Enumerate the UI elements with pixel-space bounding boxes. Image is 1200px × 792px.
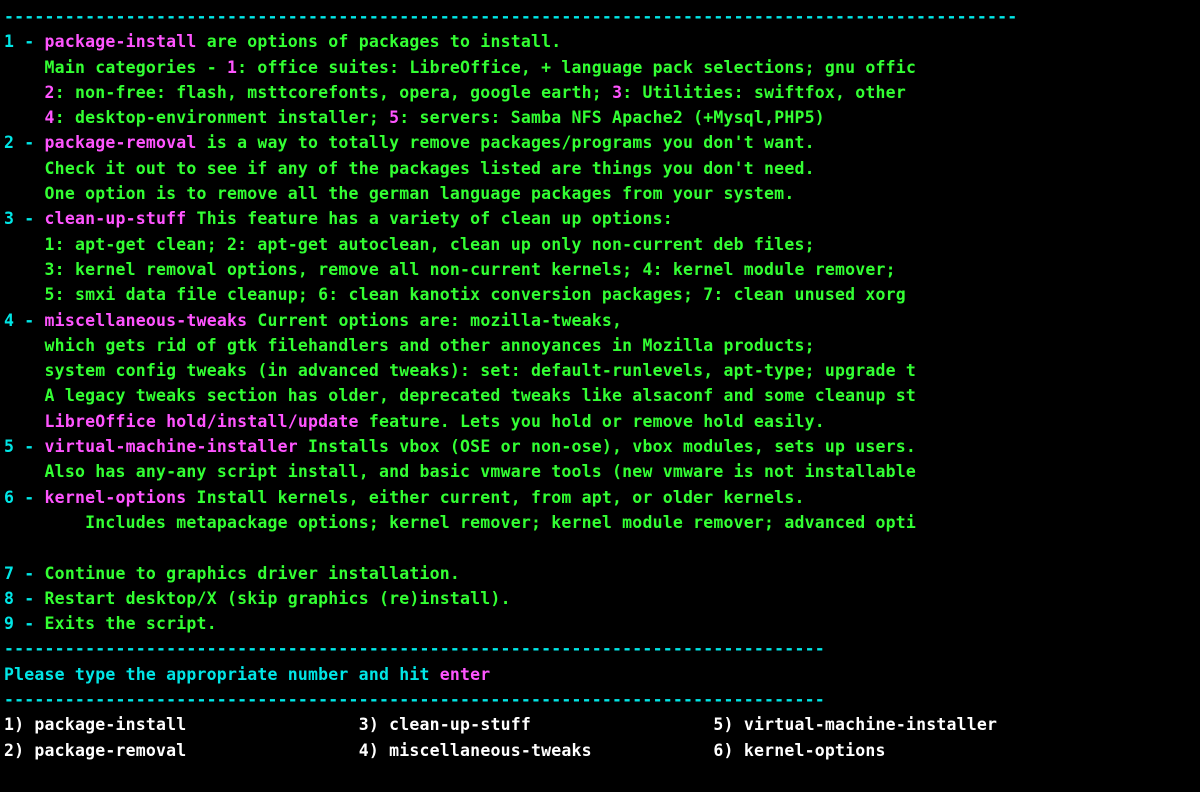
menu-title-suffix-1: are options of packages to install.	[197, 32, 562, 51]
divider-bottom: ----------------------------------------…	[4, 639, 825, 658]
menu-text-7: Continue to graphics driver installation…	[45, 564, 461, 583]
divider-top: ----------------------------------------…	[4, 7, 1017, 26]
menu-desc-text: 3: kernel removal options, remove all no…	[45, 260, 896, 279]
options-row-2-opt-b-text[interactable]: miscellaneous-tweaks	[389, 741, 713, 760]
menu-dash: -	[14, 133, 44, 152]
indent	[4, 83, 45, 102]
menu-dash: -	[14, 564, 44, 583]
menu-title-suffix-3: This feature has a variety of clean up o…	[186, 209, 672, 228]
menu-title-suffix-4: Current options are: mozilla-tweaks,	[247, 311, 622, 330]
divider-bottom-2: ----------------------------------------…	[4, 690, 825, 709]
menu-desc-text: Main categories -	[45, 58, 227, 77]
menu-desc-text: 1	[227, 58, 237, 77]
indent	[4, 260, 45, 279]
menu-title-2: package-removal	[45, 133, 197, 152]
menu-desc-text: 1: apt-get clean; 2: apt-get autoclean, …	[45, 235, 815, 254]
menu-desc-text: One option is to remove all the german l…	[45, 184, 795, 203]
menu-desc-text: Check it out to see if any of the packag…	[45, 159, 815, 178]
menu-number-8: 8	[4, 589, 14, 608]
menu-number-5: 5	[4, 437, 14, 456]
indent	[4, 285, 45, 304]
menu-desc-text: Also has any-any script install, and bas…	[45, 462, 917, 481]
menu-number-9: 9	[4, 614, 14, 633]
menu-desc-text: LibreOffice hold/install/update	[45, 412, 359, 431]
menu-dash: -	[14, 311, 44, 330]
indent	[4, 336, 45, 355]
menu-number-6: 6	[4, 488, 14, 507]
indent	[4, 235, 45, 254]
menu-title-3: clean-up-stuff	[45, 209, 187, 228]
menu-dash: -	[14, 488, 44, 507]
menu-desc-text: 5: smxi data file cleanup; 6: clean kano…	[45, 285, 906, 304]
options-row-2-opt-c-num[interactable]: 6)	[713, 741, 743, 760]
options-row-2-opt-a-num[interactable]: 2)	[4, 741, 34, 760]
options-row-2-opt-b-num[interactable]: 4)	[359, 741, 389, 760]
menu-title-6: kernel-options	[45, 488, 187, 507]
menu-desc-text: Includes metapackage options; kernel rem…	[45, 513, 917, 532]
menu-desc-text: 2	[45, 83, 55, 102]
menu-desc-text: : Utilities: swiftfox, other	[622, 83, 906, 102]
indent	[4, 412, 45, 431]
menu-desc-text: : office suites: LibreOffice, + language…	[237, 58, 916, 77]
menu-number-7: 7	[4, 564, 14, 583]
menu-desc-text: which gets rid of gtk filehandlers and o…	[45, 336, 815, 355]
indent	[4, 361, 45, 380]
menu-dash: -	[14, 614, 44, 633]
indent	[4, 58, 45, 77]
menu-title-5: virtual-machine-installer	[45, 437, 298, 456]
indent	[4, 513, 45, 532]
options-row-1-opt-a-text[interactable]: package-install	[34, 715, 358, 734]
prompt-key: enter	[440, 665, 491, 684]
menu-dash: -	[14, 32, 44, 51]
menu-title-suffix-2: is a way to totally remove packages/prog…	[197, 133, 815, 152]
options-row-1-opt-c-text[interactable]: virtual-machine-installer	[744, 715, 997, 734]
prompt-text: Please type the appropriate number and h…	[4, 665, 440, 684]
options-row-1-opt-a-num[interactable]: 1)	[4, 715, 34, 734]
options-row-1-opt-b-text[interactable]: clean-up-stuff	[389, 715, 713, 734]
menu-title-suffix-5: Installs vbox (OSE or non-ose), vbox mod…	[298, 437, 916, 456]
options-row-2-opt-a-text[interactable]: package-removal	[34, 741, 358, 760]
menu-desc-text: feature. Lets you hold or remove hold ea…	[359, 412, 825, 431]
indent	[4, 386, 45, 405]
menu-title-1: package-install	[45, 32, 197, 51]
menu-number-2: 2	[4, 133, 14, 152]
menu-number-1: 1	[4, 32, 14, 51]
menu-number-4: 4	[4, 311, 14, 330]
indent	[4, 108, 45, 127]
menu-desc-text: system config tweaks (in advanced tweaks…	[45, 361, 917, 380]
menu-dash: -	[14, 589, 44, 608]
menu-desc-text: 4	[45, 108, 55, 127]
menu-desc-text: : desktop-environment installer;	[55, 108, 389, 127]
options-row-1-opt-c-num[interactable]: 5)	[713, 715, 743, 734]
options-row-2-opt-c-text[interactable]: kernel-options	[744, 741, 886, 760]
menu-text-8: Restart desktop/X (skip graphics (re)ins…	[45, 589, 511, 608]
menu-dash: -	[14, 437, 44, 456]
menu-desc-text: 5	[389, 108, 399, 127]
menu-dash: -	[14, 209, 44, 228]
menu-text-9: Exits the script.	[45, 614, 217, 633]
menu-desc-text: : servers: Samba NFS Apache2 (+Mysql,PHP…	[399, 108, 825, 127]
menu-title-4: miscellaneous-tweaks	[45, 311, 248, 330]
indent	[4, 159, 45, 178]
menu-desc-text: A legacy tweaks section has older, depre…	[45, 386, 917, 405]
menu-desc-text: : non-free: flash, msttcorefonts, opera,…	[55, 83, 612, 102]
menu-title-suffix-6: Install kernels, either current, from ap…	[186, 488, 804, 507]
menu-number-3: 3	[4, 209, 14, 228]
indent	[4, 462, 45, 481]
menu-desc-text: 3	[612, 83, 622, 102]
indent	[4, 184, 45, 203]
terminal-output: ----------------------------------------…	[0, 0, 1200, 763]
options-row-1-opt-b-num[interactable]: 3)	[359, 715, 389, 734]
